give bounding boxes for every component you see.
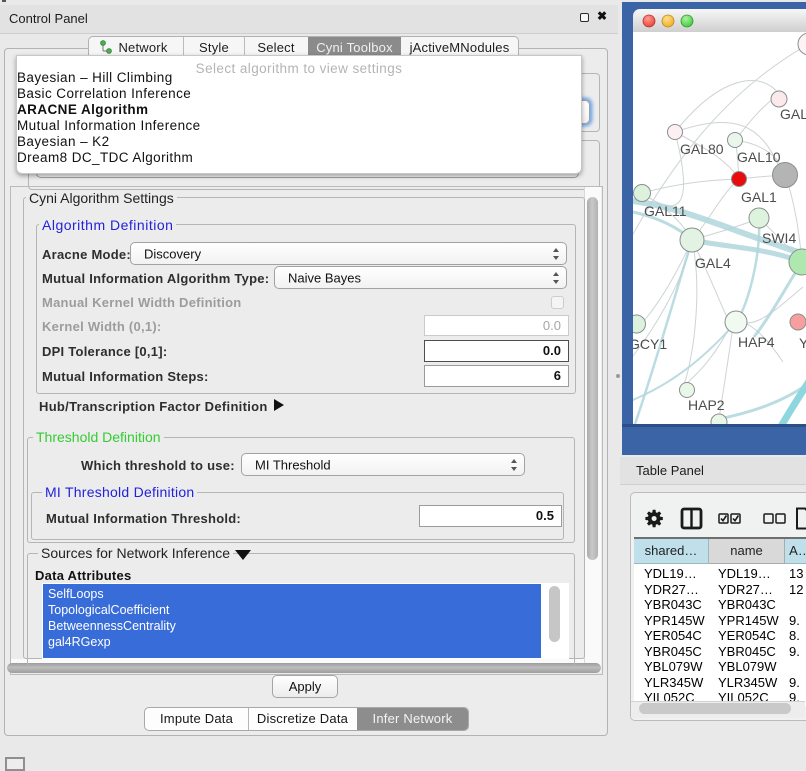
svg-text:Y: Y [799,335,806,351]
svg-text:HAP2: HAP2 [688,397,725,413]
svg-text:SWI4: SWI4 [762,230,796,246]
svg-text:GAL: GAL [780,106,806,122]
svg-text:HAP4: HAP4 [738,334,775,350]
svg-text:GAL11: GAL11 [644,203,687,219]
svg-text:GAL1: GAL1 [741,189,777,205]
svg-text:GAL80: GAL80 [680,141,724,157]
svg-text:GCY1: GCY1 [633,336,667,352]
svg-text:GAL10: GAL10 [737,149,781,165]
svg-text:GAL4: GAL4 [695,255,731,271]
